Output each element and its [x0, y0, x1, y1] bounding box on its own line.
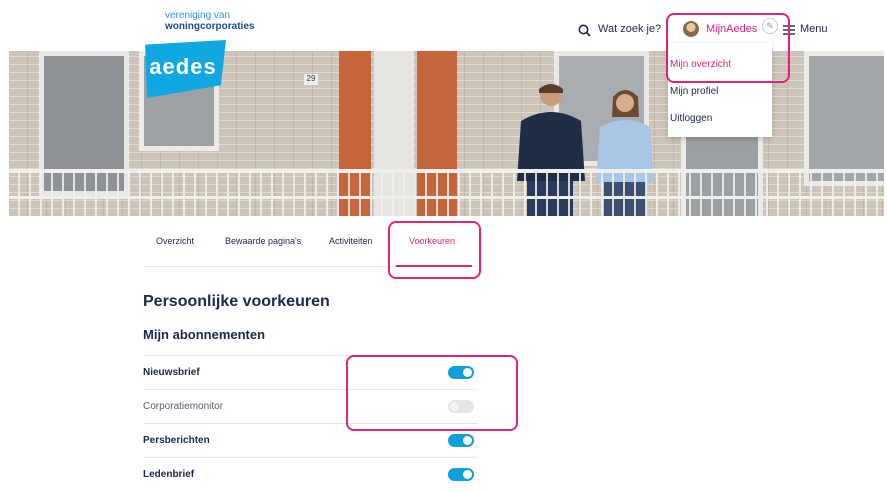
highlight-box — [666, 13, 790, 83]
dropdown-item-mijn-profiel[interactable]: Mijn profiel — [670, 86, 718, 97]
tab-bewaarde-paginas[interactable]: Bewaarde pagina's — [225, 236, 301, 246]
section-title: Mijn abonnementen — [143, 327, 266, 342]
org-tagline: vereniging van — [165, 10, 231, 21]
subscription-label: Corporatiemonitor — [143, 401, 224, 412]
house-number: 29 — [304, 74, 318, 85]
tab-activiteiten[interactable]: Activiteiten — [329, 236, 373, 246]
search-icon[interactable] — [578, 24, 591, 37]
page-title: Persoonlijke voorkeuren — [143, 293, 330, 310]
subscription-label: Persberichten — [143, 435, 210, 446]
subscription-row-ledenbrief: Ledenbrief — [143, 457, 478, 492]
dropdown-item-uitloggen[interactable]: Uitloggen — [670, 113, 712, 124]
subscription-label: Nieuwsbrief — [143, 367, 200, 378]
org-name: woningcorporaties — [165, 21, 255, 32]
subscription-label: Ledenbrief — [143, 469, 195, 480]
persberichten-toggle[interactable] — [448, 434, 474, 447]
tab-overzicht[interactable]: Overzicht — [156, 236, 194, 246]
highlight-box — [346, 355, 518, 431]
search-link[interactable]: Wat zoek je? — [598, 23, 661, 35]
logo-text: aedes — [149, 54, 217, 79]
menu-link[interactable]: Menu — [800, 23, 828, 35]
ledenbrief-toggle[interactable] — [448, 468, 474, 481]
highlight-box — [388, 221, 481, 279]
